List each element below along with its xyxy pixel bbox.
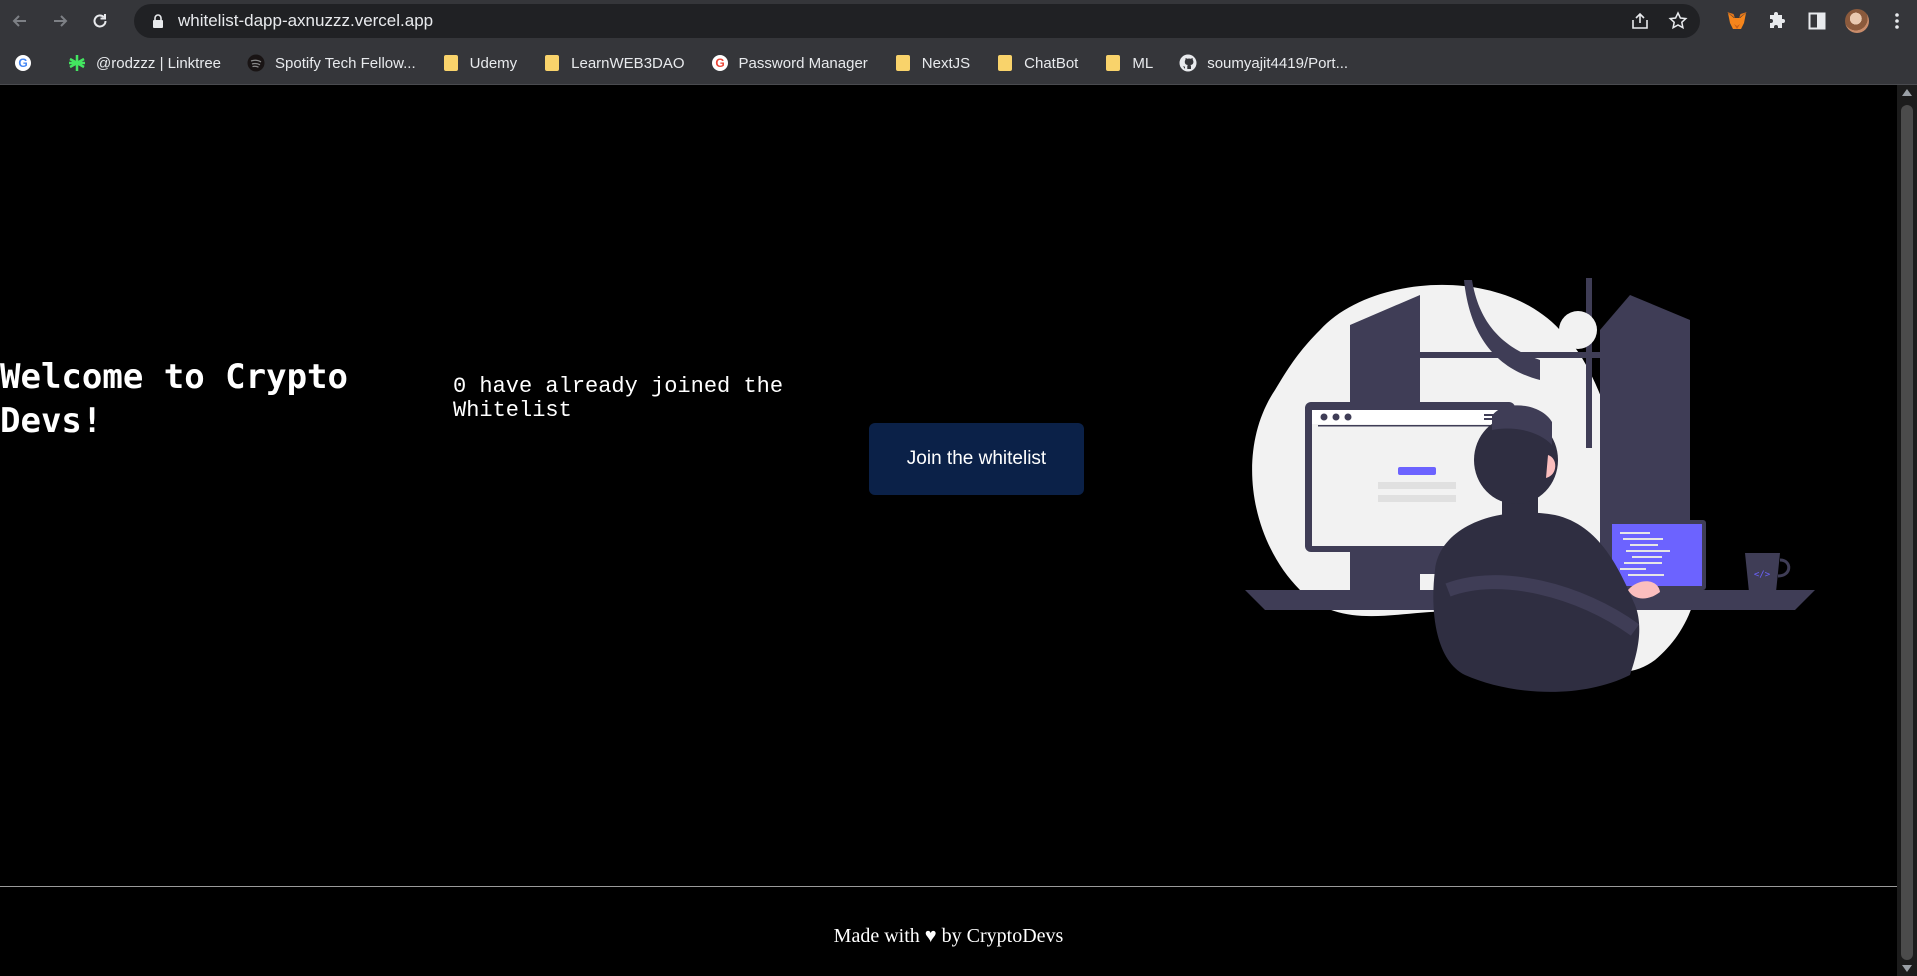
page-title: Welcome to Crypto Devs!	[0, 357, 348, 441]
metamask-extension[interactable]	[1717, 4, 1757, 38]
url-text[interactable]: whitelist-dapp-axnuzzz.vercel.app	[178, 11, 433, 31]
folder-icon	[543, 54, 561, 72]
bookmark-password-manager[interactable]: G Password Manager	[705, 48, 874, 78]
side-panel-button[interactable]	[1797, 4, 1837, 38]
bookmark-label: NextJS	[921, 54, 971, 72]
bookmark-label: ML	[1132, 54, 1154, 72]
spotify-icon	[247, 54, 265, 72]
svg-text:G: G	[715, 56, 724, 70]
scroll-down-arrow-icon[interactable]	[1902, 965, 1912, 972]
svg-text:</>: </>	[1754, 570, 1771, 580]
forward-button[interactable]	[40, 1, 80, 41]
bookmark-label: LearnWEB3DAO	[571, 54, 685, 72]
svg-text:G: G	[18, 56, 27, 70]
developer-illustration: </>	[1245, 278, 1815, 692]
forward-arrow-icon	[54, 15, 68, 27]
reload-button[interactable]	[80, 1, 120, 41]
address-bar[interactable]: whitelist-dapp-axnuzzz.vercel.app	[134, 4, 1700, 38]
bookmark-folder-udemy[interactable]: Udemy	[436, 48, 524, 78]
moon-circle	[1559, 311, 1597, 349]
bookmark-linktree[interactable]: @rodzzz | Linktree	[62, 48, 227, 78]
bookmark-label: ChatBot	[1024, 54, 1079, 72]
bookmark-star-icon[interactable]	[1668, 11, 1688, 31]
bookmark-github[interactable]: soumyajit4419/Port...	[1173, 48, 1354, 78]
browser-toolbar: whitelist-dapp-axnuzzz.vercel.app	[0, 0, 1917, 42]
bookmark-label: Udemy	[469, 54, 518, 72]
bookmark-folder-ml[interactable]: ML	[1098, 48, 1159, 78]
whitelist-count-text: 0 have already joined the Whitelist	[453, 374, 784, 423]
back-button[interactable]	[0, 1, 40, 41]
bookmarks-bar: G @rodzzz | Linktree Spotify Tech Fellow…	[0, 42, 1917, 85]
footer-divider	[0, 886, 1897, 887]
footer-text: Made with ♥ by CryptoDevs	[833, 925, 1064, 947]
folder-icon	[996, 54, 1014, 72]
kebab-menu-icon	[1895, 13, 1899, 29]
back-arrow-icon	[12, 15, 26, 27]
extensions-button[interactable]	[1757, 4, 1797, 38]
bookmark-label: @rodzzz | Linktree	[96, 54, 222, 72]
folder-icon	[894, 54, 912, 72]
page-scrollbar[interactable]	[1897, 85, 1917, 976]
side-panel-icon	[1808, 12, 1826, 30]
linktree-icon	[68, 54, 86, 72]
join-whitelist-button[interactable]: Join the whitelist	[869, 423, 1084, 495]
folder-icon	[442, 54, 460, 72]
metamask-fox-icon	[1727, 12, 1747, 29]
screen-accent-bar	[1398, 467, 1436, 475]
bookmark-folder-nextjs[interactable]: NextJS	[888, 48, 976, 78]
github-icon	[1179, 54, 1197, 72]
bookmark-label: Spotify Tech Fellow...	[275, 54, 416, 72]
avatar	[1845, 9, 1869, 33]
lock-icon	[148, 14, 168, 28]
bookmark-spotify[interactable]: Spotify Tech Fellow...	[241, 48, 422, 78]
bookmark-label: Password Manager	[738, 54, 868, 72]
share-icon[interactable]	[1630, 11, 1650, 31]
menu-button[interactable]	[1877, 4, 1917, 38]
scrollbar-thumb[interactable]	[1901, 105, 1913, 960]
scroll-up-arrow-icon[interactable]	[1902, 89, 1912, 96]
puzzle-icon	[1770, 12, 1785, 28]
bookmark-label: soumyajit4419/Port...	[1207, 54, 1349, 72]
extension-area	[1717, 4, 1917, 38]
profile-button[interactable]	[1837, 4, 1877, 38]
bookmark-folder-chatbot[interactable]: ChatBot	[990, 48, 1084, 78]
bookmark-google[interactable]: G	[8, 48, 48, 78]
bookmark-folder-learnweb3dao[interactable]: LearnWEB3DAO	[537, 48, 690, 78]
monitor-stand	[1375, 552, 1445, 574]
reload-icon	[93, 14, 107, 28]
window-bar-vertical	[1586, 278, 1592, 448]
google-icon: G	[14, 54, 32, 72]
folder-icon	[1104, 54, 1122, 72]
google-icon: G	[711, 54, 729, 72]
